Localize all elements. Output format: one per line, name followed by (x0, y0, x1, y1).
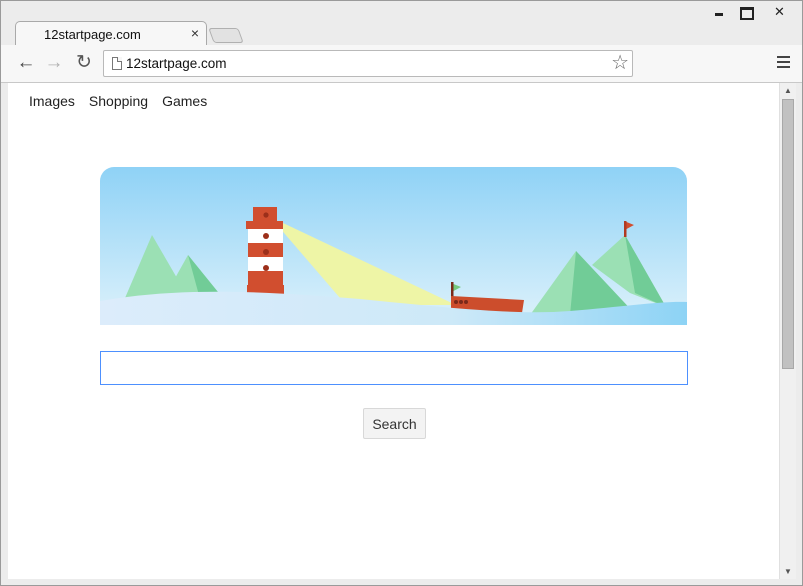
window-controls (706, 1, 802, 23)
scroll-thumb[interactable] (782, 99, 794, 369)
address-bar[interactable]: 12startpage.com ☆ (103, 50, 633, 77)
search-input[interactable] (100, 351, 688, 385)
reload-icon[interactable]: ↻ (73, 52, 95, 74)
tab-title: 12startpage.com (44, 27, 141, 42)
hamburger-menu-icon[interactable] (777, 56, 790, 68)
toolbar: ← → ↻ 12startpage.com ☆ (1, 45, 802, 83)
tab-close-icon[interactable]: × (191, 25, 199, 41)
forward-arrow-icon[interactable]: → (43, 52, 65, 74)
bookmark-star-icon[interactable]: ☆ (611, 52, 629, 74)
url-text[interactable]: 12startpage.com (126, 56, 227, 71)
window-close-icon[interactable] (758, 1, 802, 23)
scroll-down-icon[interactable]: ▼ (780, 564, 796, 579)
page-icon (112, 57, 122, 70)
scroll-up-icon[interactable]: ▲ (780, 83, 796, 98)
search-button[interactable]: Search (363, 408, 426, 439)
new-tab-button[interactable] (208, 28, 244, 43)
tab-strip: 12startpage.com × (1, 1, 802, 47)
browser-window: 12startpage.com × ← → ↻ 12startpage.com … (0, 0, 803, 586)
banner-svg (100, 167, 687, 325)
page-viewport: Images Shopping Games Search (8, 83, 779, 579)
minimize-icon[interactable] (706, 1, 732, 23)
maximize-icon[interactable] (732, 1, 758, 23)
vertical-scrollbar[interactable]: ▲ ▼ (779, 83, 796, 579)
link-shopping[interactable]: Shopping (89, 93, 148, 109)
top-links: Images Shopping Games (29, 93, 207, 109)
banner-illustration (100, 167, 687, 325)
link-images[interactable]: Images (29, 93, 75, 109)
back-arrow-icon[interactable]: ← (15, 52, 37, 74)
tab-active[interactable]: 12startpage.com × (15, 21, 207, 47)
link-games[interactable]: Games (162, 93, 207, 109)
